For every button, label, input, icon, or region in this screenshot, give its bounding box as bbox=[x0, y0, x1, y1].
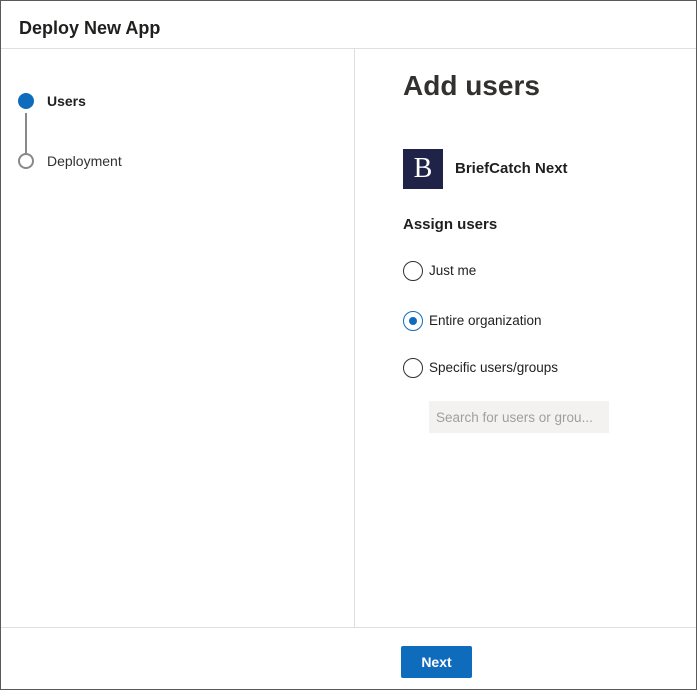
assign-users-label: Assign users bbox=[403, 216, 498, 233]
page-title: Add users bbox=[403, 70, 540, 101]
radio-checked-dot bbox=[409, 317, 417, 325]
radio-unchecked-icon[interactable] bbox=[403, 261, 423, 281]
dialog-title: Deploy New App bbox=[19, 18, 161, 38]
radio-label: Specific users/groups bbox=[429, 360, 559, 375]
app-name: BriefCatch Next bbox=[455, 160, 568, 177]
radio-unchecked-icon[interactable] bbox=[403, 358, 423, 378]
step-active-dot-icon bbox=[18, 93, 34, 109]
radio-checked-icon[interactable] bbox=[403, 311, 423, 331]
wizard-steps-panel: Users Deployment bbox=[1, 49, 355, 627]
dialog-footer: Next bbox=[1, 627, 696, 690]
next-button[interactable]: Next bbox=[401, 646, 472, 678]
step-label: Users bbox=[47, 93, 86, 109]
step-inactive-dot-icon bbox=[18, 153, 34, 169]
step-connector-line bbox=[25, 113, 27, 155]
user-search-input[interactable] bbox=[429, 401, 609, 433]
add-users-panel: Add users B BriefCatch Next Assign users… bbox=[355, 49, 696, 627]
dialog-header: Deploy New App bbox=[1, 1, 696, 49]
deploy-new-app-dialog: Deploy New App Users Deployment Add user… bbox=[0, 0, 697, 690]
radio-label: Entire organization bbox=[429, 313, 542, 328]
step-label: Deployment bbox=[47, 153, 122, 169]
app-logo: B bbox=[403, 149, 443, 189]
radio-label: Just me bbox=[429, 263, 477, 278]
